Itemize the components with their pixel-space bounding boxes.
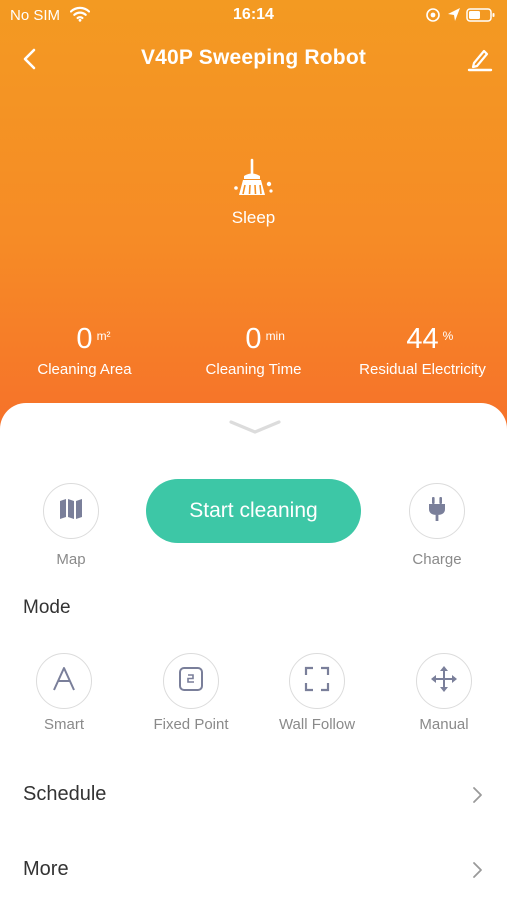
wall-follow-icon (304, 666, 330, 697)
mode-label: Smart (43, 716, 84, 733)
start-cleaning-button[interactable]: Start cleaning (146, 479, 361, 543)
stat-label: Cleaning Time (205, 361, 302, 378)
chevron-right-icon (470, 785, 484, 810)
mode-label: Fixed Point (153, 716, 229, 733)
control-sheet: Map Start cleaning Charge Mode Smart Fix… (0, 403, 507, 900)
mode-manual-button[interactable] (416, 653, 472, 709)
plug-icon (426, 496, 448, 527)
chevron-down-icon[interactable] (227, 417, 283, 437)
page-title: V40P Sweeping Robot (140, 46, 367, 69)
stat-unit: m² (96, 329, 111, 343)
charge-button[interactable] (409, 483, 465, 539)
map-button[interactable] (43, 483, 99, 539)
edit-icon[interactable] (466, 46, 494, 72)
orientation-lock-icon (425, 7, 441, 28)
broom-icon (230, 158, 276, 204)
battery-icon (466, 7, 496, 28)
stat-unit: % (442, 329, 454, 343)
map-label: Map (56, 551, 86, 568)
charge-label: Charge (412, 551, 462, 568)
letter-a-icon (51, 666, 77, 697)
fixed-point-icon (178, 666, 204, 697)
stat-unit: min (265, 329, 285, 343)
location-arrow-icon (447, 7, 461, 28)
stat-cleaning-time: 0 min Cleaning Time (169, 322, 338, 378)
move-arrows-icon (430, 665, 458, 698)
stat-label: Cleaning Area (37, 361, 132, 378)
schedule-label: Schedule (23, 783, 107, 805)
schedule-row[interactable]: Schedule (0, 769, 507, 821)
map-icon (58, 497, 84, 526)
mode-label: Wall Follow (278, 716, 356, 733)
more-row[interactable]: More (0, 844, 507, 896)
navigation-bar: V40P Sweeping Robot (0, 38, 507, 78)
stat-value: 0 min (245, 322, 284, 356)
stat-residual-electricity: 44% Residual Electricity (338, 322, 507, 378)
mode-section-title: Mode (23, 597, 71, 618)
stat-label: Residual Electricity (359, 361, 486, 378)
mode-smart-button[interactable] (36, 653, 92, 709)
chevron-right-icon (470, 860, 484, 885)
stat-value: 0 m² (76, 322, 110, 356)
device-status: Sleep (231, 208, 276, 227)
stat-cleaning-area: 0 m² Cleaning Area (0, 322, 169, 378)
status-bar: No SIM 16:14 (0, 0, 507, 32)
mode-fixed-point-button[interactable] (163, 653, 219, 709)
mode-label: Manual (419, 716, 469, 733)
mode-wall-follow-button[interactable] (289, 653, 345, 709)
more-label: More (23, 858, 69, 880)
header-panel: No SIM 16:14 V40P Sweeping Robot Sleep 0… (0, 0, 507, 440)
stat-value: 44% (406, 322, 453, 356)
